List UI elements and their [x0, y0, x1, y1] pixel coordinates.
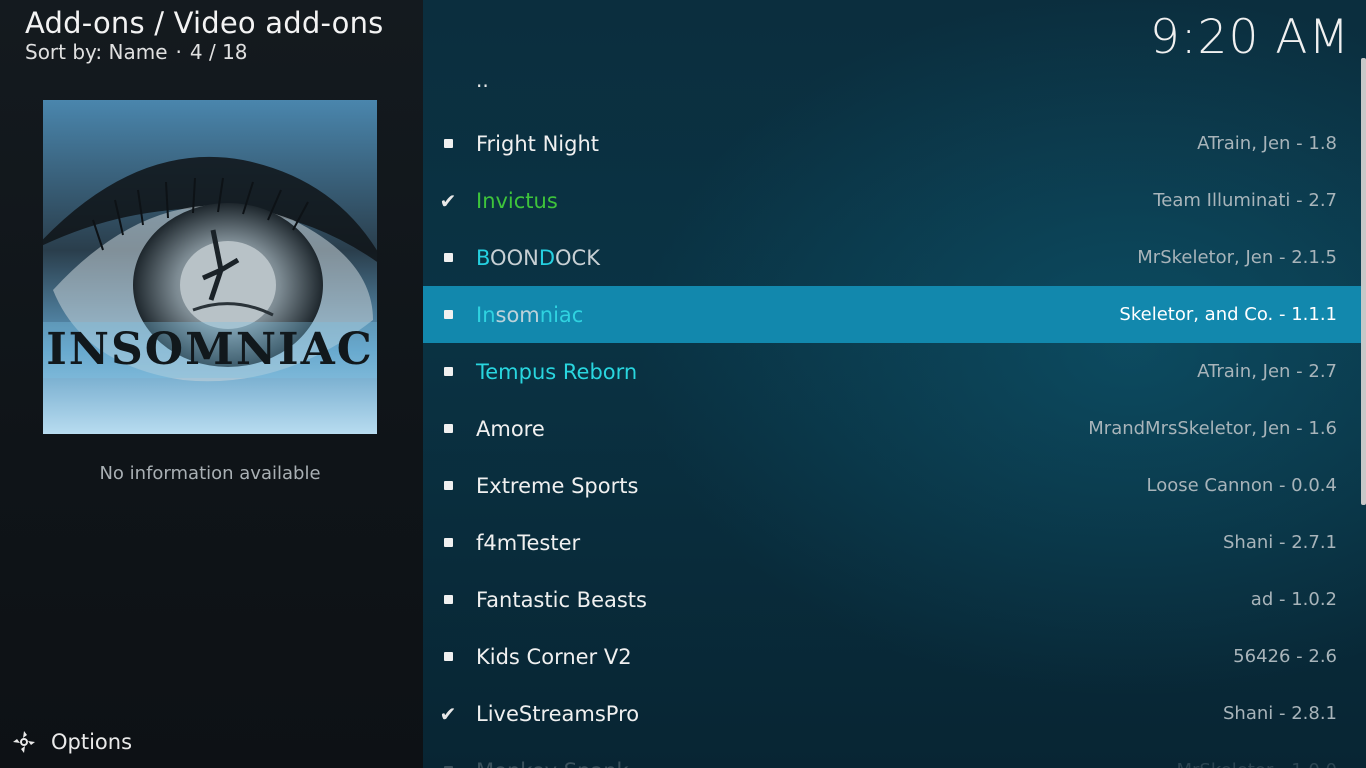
addon-author-version: Shani - 2.8.1: [1222, 703, 1337, 724]
addon-name: Amore: [476, 416, 545, 441]
addon-list: .. Fright Night ATrain, Jen - 1.8 ✔ Invi…: [423, 58, 1361, 768]
addon-name: Fright Night: [476, 131, 599, 156]
addon-author-version: 56426 - 2.6: [1233, 646, 1337, 667]
addon-poster: INSOMNIAC: [43, 100, 377, 434]
check-icon: ✔: [439, 701, 457, 726]
list-item[interactable]: f4mTester Shani - 2.7.1: [423, 514, 1361, 571]
addon-name: Extreme Sports: [476, 473, 639, 498]
list-item-selected[interactable]: Insomniac Skeletor, and Co. - 1.1.1: [423, 286, 1361, 343]
bullet-icon: [443, 538, 453, 548]
list-item[interactable]: Monkey Spank MrSkeletor - 1.0.0: [423, 742, 1361, 768]
list-item[interactable]: Fright Night ATrain, Jen - 1.8: [423, 115, 1361, 172]
addon-author-version: Loose Cannon - 0.0.4: [1146, 475, 1338, 496]
addon-author-version: MrandMrsSkeletor, Jen - 1.6: [1088, 418, 1337, 439]
bullet-icon: [443, 595, 453, 605]
bullet-icon: [443, 367, 453, 377]
bullet-icon: [443, 424, 453, 434]
addon-author-version: ATrain, Jen - 2.7: [1197, 361, 1337, 382]
addon-name: Tempus Reborn: [476, 359, 638, 384]
addon-name: LiveStreamsPro: [476, 701, 640, 726]
addon-name: Kids Corner V2: [476, 644, 632, 669]
list-scrollbar[interactable]: [1361, 58, 1366, 505]
addon-name: Insomniac: [476, 302, 584, 327]
addon-name: Invictus: [476, 188, 558, 213]
addon-author-version: ad - 1.0.2: [1250, 589, 1337, 610]
options-label: Options: [51, 729, 133, 754]
bullet-icon: [443, 139, 453, 149]
parent-folder-label: ..: [476, 68, 489, 92]
addon-name: Monkey Spank: [476, 759, 629, 768]
list-item[interactable]: Kids Corner V2 56426 - 2.6: [423, 628, 1361, 685]
addon-author-version: Team Illuminati - 2.7: [1153, 190, 1337, 211]
options-button[interactable]: Options: [10, 728, 132, 755]
item-position: 4 / 18: [189, 40, 248, 64]
sidebar: Add-ons / Video add-ons Sort by: Name · 4 …: [0, 0, 423, 768]
addon-author-version: Skeletor, and Co. - 1.1.1: [1119, 304, 1337, 325]
addon-author-version: ATrain, Jen - 1.8: [1197, 133, 1337, 154]
bullet-icon: [443, 652, 453, 662]
addon-info: No information available: [99, 463, 321, 484]
addon-author-version: Shani - 2.7.1: [1222, 532, 1337, 553]
poster-title: INSOMNIAC: [46, 324, 374, 375]
eye-artwork: INSOMNIAC: [43, 100, 377, 434]
parent-folder-item[interactable]: ..: [423, 58, 1361, 115]
bullet-icon: [443, 253, 453, 263]
list-item[interactable]: Extreme Sports Loose Cannon - 0.0.4: [423, 457, 1361, 514]
breadcrumb: Add-ons / Video add-ons: [25, 6, 384, 40]
options-icon: [10, 728, 37, 755]
sort-button[interactable]: Sort by: Name: [25, 40, 168, 64]
list-item[interactable]: Amore MrandMrsSkeletor, Jen - 1.6: [423, 400, 1361, 457]
check-icon: ✔: [439, 188, 457, 213]
sort-info: Sort by: Name · 4 / 18: [25, 40, 248, 64]
addon-author-version: MrSkeletor, Jen - 2.1.5: [1137, 247, 1337, 268]
addon-list-panel: 9:20 AM .. Fright Night ATrain, Jen - 1.…: [423, 0, 1366, 768]
list-item[interactable]: Fantastic Beasts ad - 1.0.2: [423, 571, 1361, 628]
list-item[interactable]: ✔ LiveStreamsPro Shani - 2.8.1: [423, 685, 1361, 742]
addon-name: BOONDOCK: [476, 245, 600, 270]
addon-name: Fantastic Beasts: [476, 587, 647, 612]
clock: 9:20 AM: [1149, 10, 1350, 65]
list-item[interactable]: Tempus Reborn ATrain, Jen - 2.7: [423, 343, 1361, 400]
addon-author-version: MrSkeletor - 1.0.0: [1177, 760, 1338, 768]
addon-name: f4mTester: [476, 530, 581, 555]
bullet-icon: [443, 481, 453, 491]
list-item[interactable]: BOONDOCK MrSkeletor, Jen - 2.1.5: [423, 229, 1361, 286]
bullet-icon: [443, 310, 453, 320]
list-item[interactable]: ✔ Invictus Team Illuminati - 2.7: [423, 172, 1361, 229]
